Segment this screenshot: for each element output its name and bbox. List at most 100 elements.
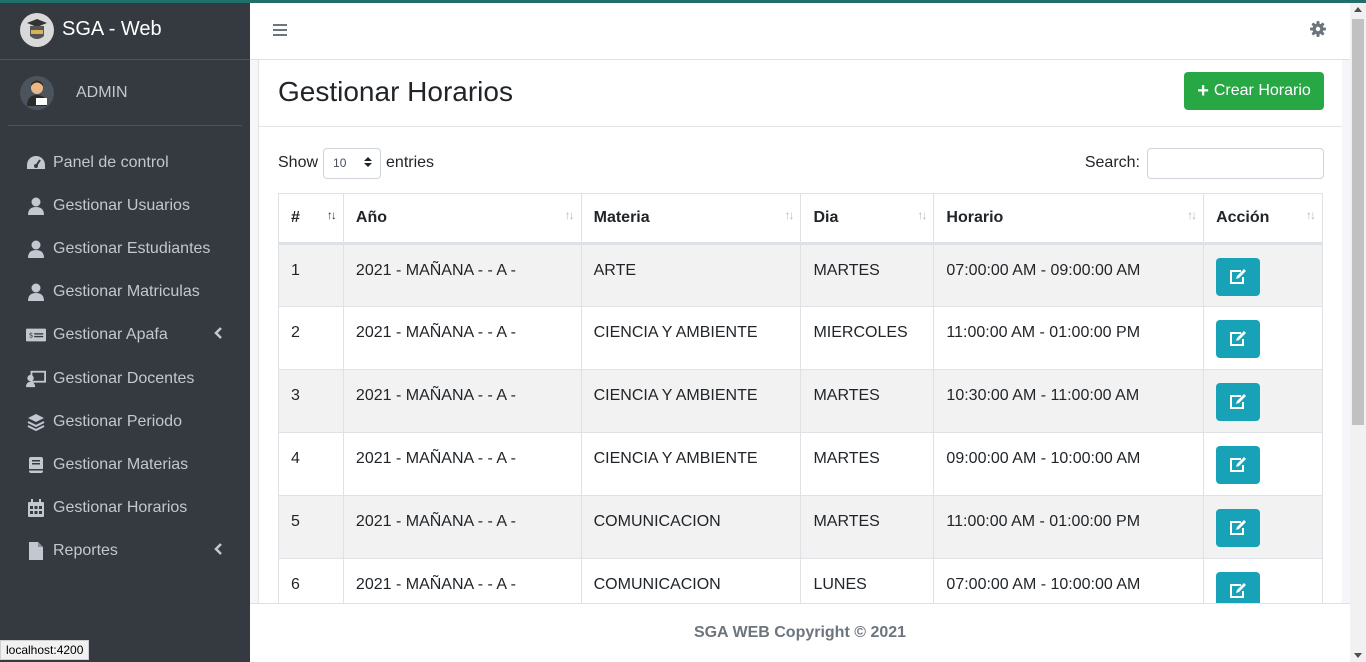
table-row: 6 2021 - MAÑANA - - A - COMUNICACION LUN… [278,558,1323,605]
scrollbar-thumb[interactable] [1352,19,1364,425]
cell-horario: 07:00:00 AM - 10:00:00 AM [933,558,1205,605]
sidebar-item-reportes[interactable]: Reportes [8,530,242,573]
sidebar-item-gestionar-docentes[interactable]: Gestionar Docentes [8,357,242,400]
column-header-dia[interactable]: Dia ↑↓ [800,193,935,245]
money-bill-icon: $ [26,325,46,345]
sidebar-item-gestionar-estudiantes[interactable]: Gestionar Estudiantes [8,227,242,270]
cell-anio: 2021 - MAÑANA - - A - [342,369,582,433]
brand-title: SGA - Web [62,18,162,40]
sidebar-item-gestionar-periodo[interactable]: Gestionar Periodo [8,400,242,443]
edit-icon [1230,331,1247,346]
edit-button[interactable] [1216,572,1261,605]
sidebar-item-gestionar-materias[interactable]: Gestionar Materias [8,443,242,486]
hamburger-menu-icon[interactable] [273,23,287,42]
table-row: 2 2021 - MAÑANA - - A - CIENCIA Y AMBIEN… [278,306,1323,370]
sidebar-item-gestionar-apafa[interactable]: $ Gestionar Apafa [8,314,242,357]
cell-anio: 2021 - MAÑANA - - A - [342,558,582,605]
dashboard-gauge-icon [26,153,46,173]
user-icon [26,282,46,302]
cell-materia: COMUNICACION [580,558,802,605]
sidebar-item-label: Gestionar Docentes [53,369,195,387]
chevron-left-icon [214,326,222,344]
table-row: 5 2021 - MAÑANA - - A - COMUNICACION MAR… [278,495,1323,559]
create-horario-label: Crear Horario [1213,82,1311,99]
column-header-anio[interactable]: Año ↑↓ [342,193,582,245]
table-header-row: # ↑↓ Año ↑↓ Materia ↑↓ Dia ↑↓ Horario ↑↓ Acci… [278,193,1323,245]
column-header-label: # [291,209,300,226]
book-icon [26,455,46,475]
scroll-up-arrow-icon[interactable] [1354,7,1362,12]
cell-dia: MARTES [800,243,935,307]
cell-accion [1203,495,1323,559]
column-header-accion[interactable]: Acción ↑↓ [1203,193,1323,245]
column-header-materia[interactable]: Materia ↑↓ [580,193,802,245]
edit-button[interactable] [1216,320,1261,358]
table-row: 4 2021 - MAÑANA - - A - CIENCIA Y AMBIEN… [278,432,1323,496]
avatar [20,75,54,110]
search-input[interactable] [1147,147,1324,179]
search-label: Search: [1084,154,1140,171]
sort-asc-icon: ↑↓ [326,208,337,222]
page-scrollbar[interactable] [1350,3,1366,662]
brand[interactable]: SGA - Web [0,0,250,60]
gear-icon[interactable] [1310,21,1326,42]
sidebar-item-gestionar-matriculas[interactable]: Gestionar Matriculas [8,271,242,314]
user-panel[interactable]: ADMIN [8,60,242,126]
edit-button[interactable] [1216,509,1261,547]
edit-icon [1230,457,1247,472]
user-icon [26,196,46,216]
cell-anio: 2021 - MAÑANA - - A - [342,243,582,307]
cell-materia: CIENCIA Y AMBIENTE [580,306,802,370]
edit-icon [1230,583,1247,598]
sidebar-item-label: Reportes [53,542,118,560]
column-header-label: Año [355,209,388,226]
table-row: 1 2021 - MAÑANA - - A - ARTE MARTES 07:0… [278,243,1323,307]
column-header-num[interactable]: # ↑↓ [278,193,344,245]
sidebar-item-gestionar-horarios[interactable]: Gestionar Horarios [8,487,242,530]
table-controls: Show 10 entries Search: [278,147,1324,179]
search-control: Search: [1085,147,1324,179]
edit-button[interactable] [1216,383,1261,421]
sidebar-item-gestionar-usuarios[interactable]: Gestionar Usuarios [8,184,242,227]
sidebar-item-label: Panel de control [53,153,169,171]
cell-num: 5 [278,495,344,559]
sidebar: SGA - Web ADMIN Panel de control Gestion… [0,0,250,662]
edit-button[interactable] [1216,258,1261,296]
status-url-tooltip: localhost:4200 [0,640,90,660]
horarios-table: # ↑↓ Año ↑↓ Materia ↑↓ Dia ↑↓ Horario ↑↓ Acci… [278,193,1323,605]
cell-horario: 10:30:00 AM - 11:00:00 AM [933,369,1205,433]
entries-select[interactable]: 10 [323,147,382,179]
cell-dia: MARTES [800,495,935,559]
sidebar-item-label: Gestionar Horarios [53,499,188,517]
sort-icon: ↑↓ [784,208,794,222]
footer-copyright: SGA WEB Copyright © 2021 [693,624,907,641]
sidebar-item-label: Gestionar Periodo [53,412,182,430]
sidebar-item-label: Gestionar Usuarios [53,196,190,214]
cell-num: 3 [278,369,344,433]
horarios-table-wrap: # ↑↓ Año ↑↓ Materia ↑↓ Dia ↑↓ Horario ↑↓ Acci… [278,193,1323,605]
cell-dia: MARTES [800,432,935,496]
table-row: 3 2021 - MAÑANA - - A - CIENCIA Y AMBIEN… [278,369,1323,433]
horarios-card: Gestionar Horarios + Crear Horario Show … [258,60,1342,605]
sidebar-item-panel-de-control[interactable]: Panel de control [8,141,242,184]
cell-accion [1203,432,1323,496]
cell-horario: 11:00:00 AM - 01:00:00 PM [933,306,1205,370]
edit-button[interactable] [1216,446,1261,484]
column-header-horario[interactable]: Horario ↑↓ [933,193,1205,245]
select-updown-icon [364,156,373,171]
sidebar-item-label: Gestionar Matriculas [53,283,200,301]
create-horario-button[interactable]: + Crear Horario [1184,72,1324,110]
sort-icon: ↑↓ [1187,208,1197,222]
sort-icon: ↑↓ [917,208,927,222]
calendar-icon [26,498,46,518]
cell-accion [1203,558,1323,605]
column-header-label: Materia [593,209,650,226]
entries-length-control: Show 10 entries [278,147,434,179]
brand-logo-icon [20,12,54,47]
svg-text:$: $ [29,331,34,340]
main-content: Gestionar Horarios + Crear Horario Show … [250,3,1350,662]
scroll-down-arrow-icon[interactable] [1354,653,1362,658]
cell-num: 2 [278,306,344,370]
entries-label: entries [386,154,435,171]
file-icon [26,541,46,561]
